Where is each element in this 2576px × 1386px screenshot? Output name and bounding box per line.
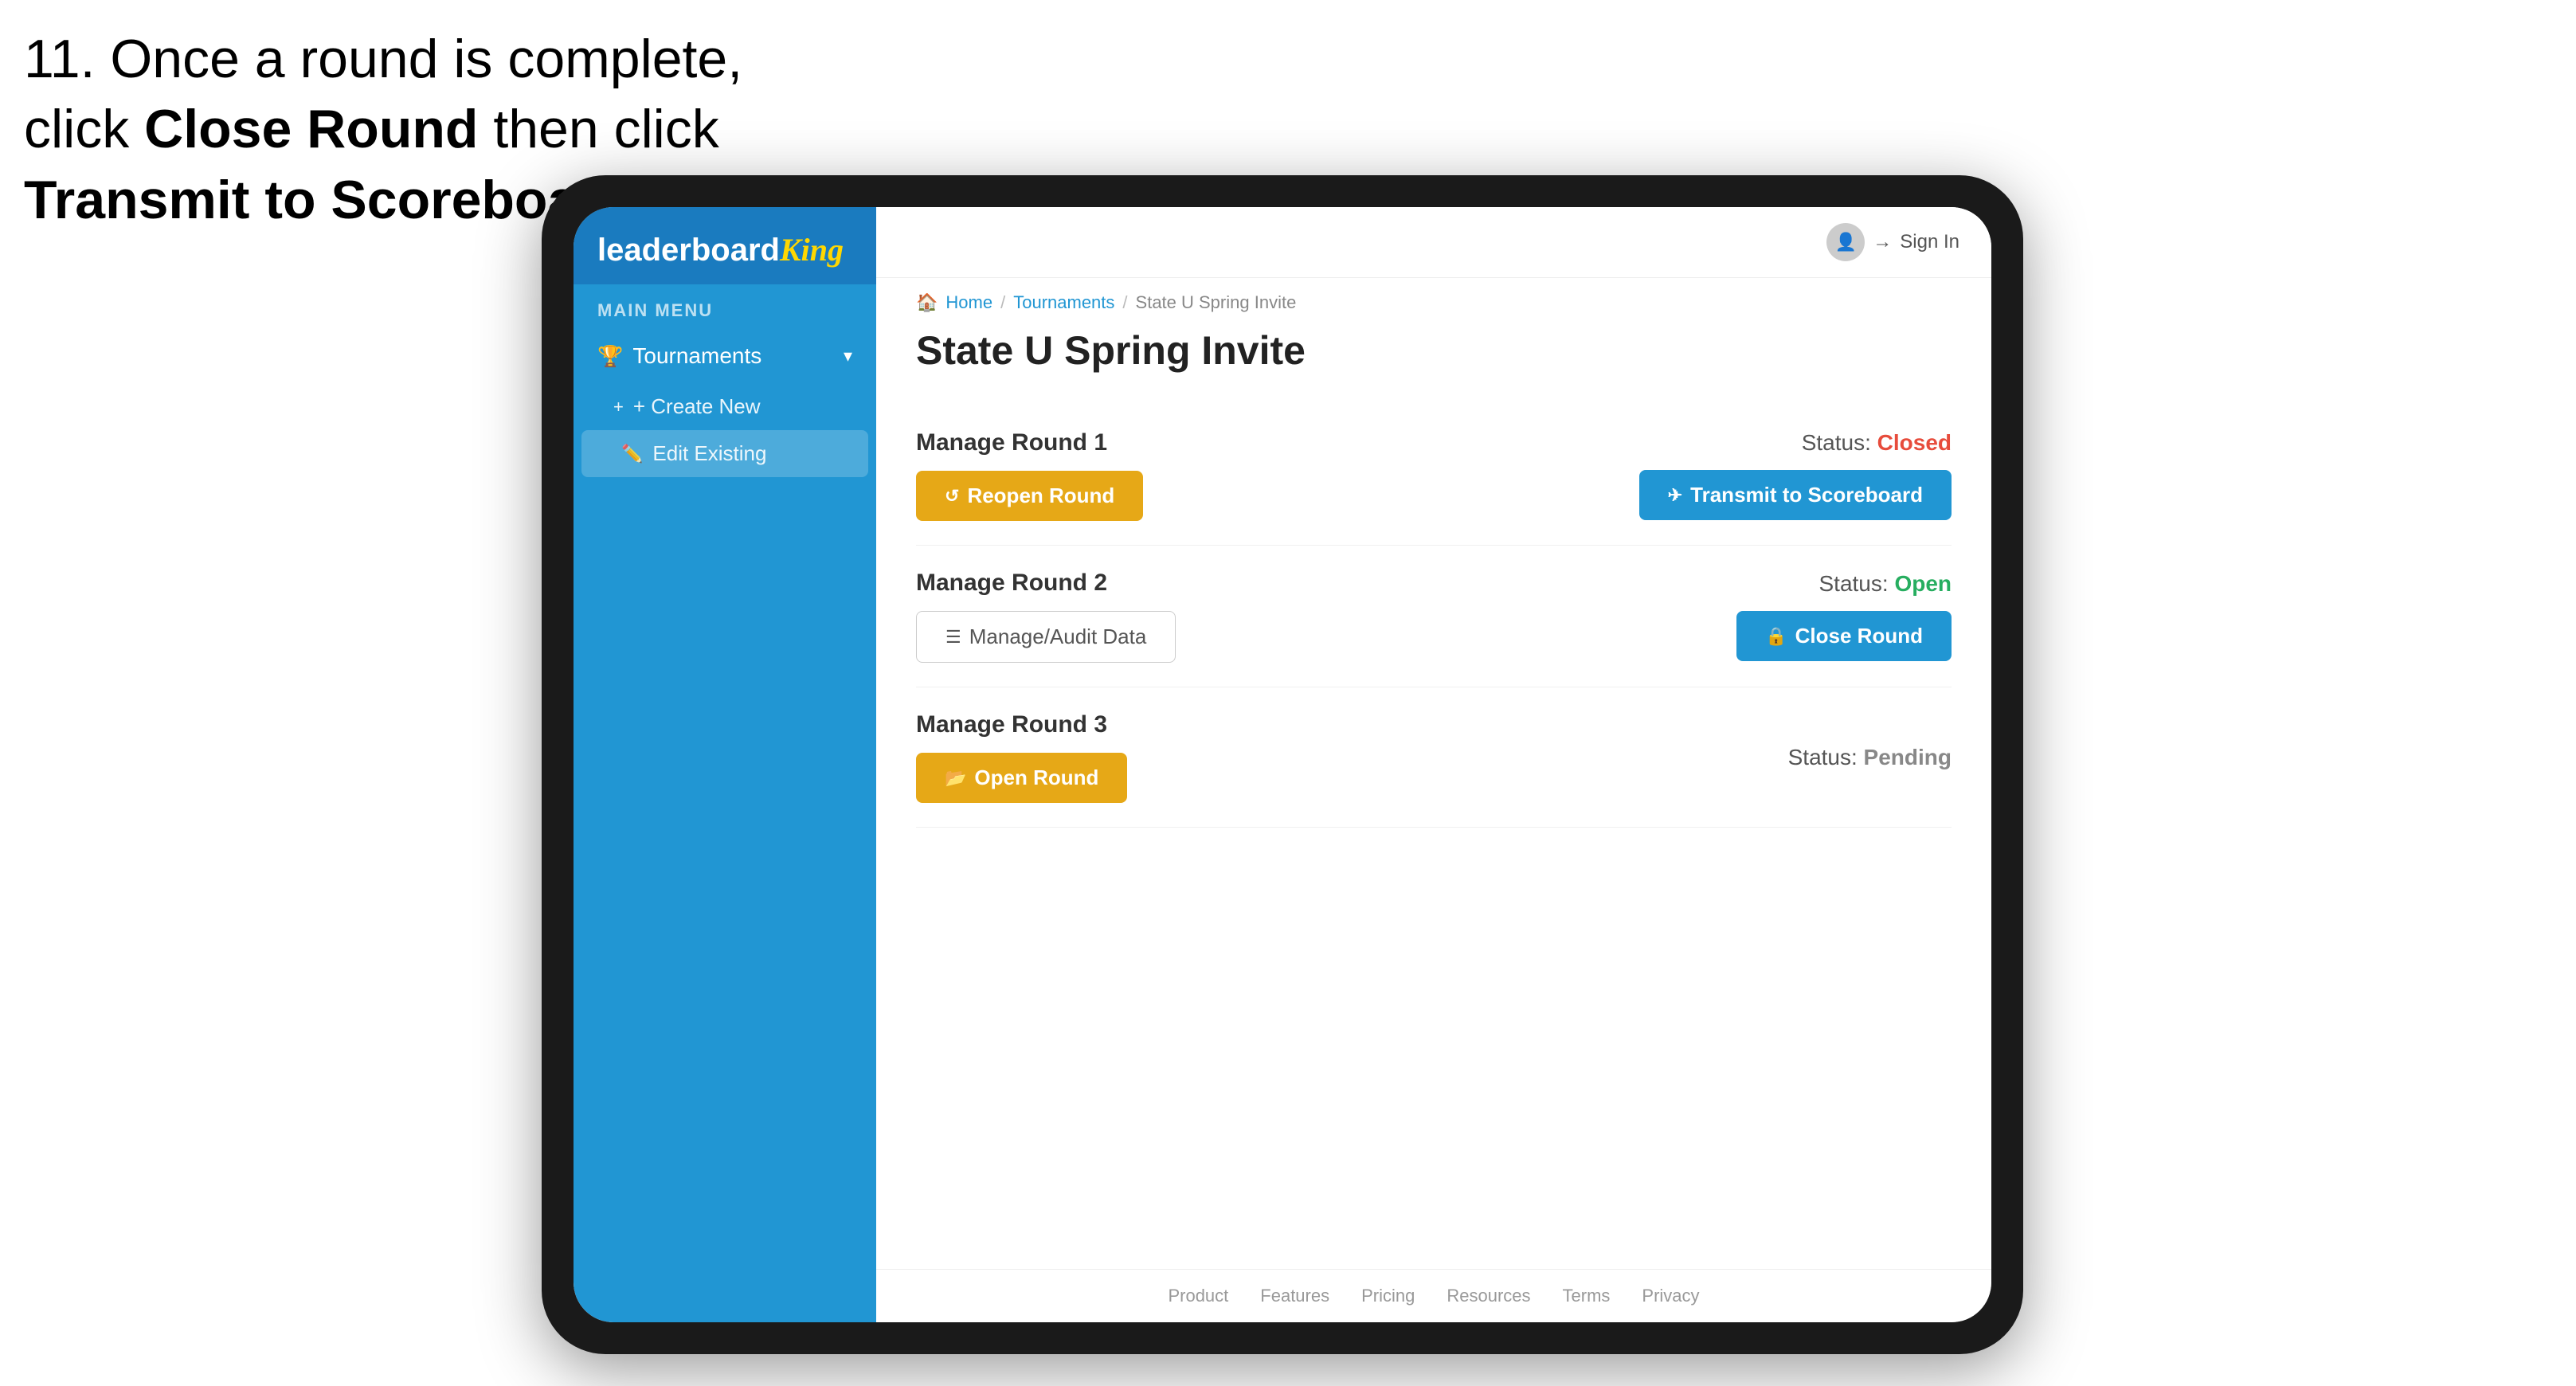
breadcrumb-sep1: /: [1000, 292, 1005, 313]
footer-privacy[interactable]: Privacy: [1642, 1286, 1699, 1306]
transmit-label: Transmit to Scoreboard: [1690, 483, 1923, 507]
audit-icon: ☰: [945, 627, 961, 648]
footer: Product Features Pricing Resources Terms…: [876, 1269, 1991, 1322]
breadcrumb-tournaments[interactable]: Tournaments: [1013, 292, 1114, 313]
round-1-right: Status: Closed ✈ Transmit to Scoreboard: [1639, 430, 1952, 520]
sidebar-item-create-new[interactable]: + + Create New: [574, 383, 876, 430]
sidebar-edit-label: Edit Existing: [652, 441, 766, 466]
round-2-left: Manage Round 2 ☰ Manage/Audit Data: [916, 570, 1176, 663]
sign-in-text: Sign In: [1900, 231, 1959, 253]
manage-audit-data-button[interactable]: ☰ Manage/Audit Data: [916, 611, 1176, 663]
home-icon: 🏠: [916, 292, 938, 313]
logo: leaderboardKing: [597, 231, 852, 268]
sidebar-create-label: + Create New: [633, 394, 761, 419]
round-2-status: Status: Open: [1819, 571, 1952, 597]
instruction-bold1: Close Round: [144, 99, 478, 159]
main-content: 👤 → Sign In 🏠 Home / Tournaments / State…: [876, 207, 1991, 1322]
logo-king: King: [780, 232, 844, 268]
breadcrumb-home[interactable]: Home: [945, 292, 992, 313]
footer-resources[interactable]: Resources: [1447, 1286, 1530, 1306]
footer-pricing[interactable]: Pricing: [1361, 1286, 1415, 1306]
round-3-left: Manage Round 3 📂 Open Round: [916, 711, 1127, 803]
round-1-status-value: Closed: [1877, 430, 1952, 455]
round-1-left: Manage Round 1 ↺ Reopen Round: [916, 429, 1143, 521]
open-round-label: Open Round: [974, 765, 1098, 790]
user-icon: 👤: [1835, 232, 1857, 253]
open-round-button[interactable]: 📂 Open Round: [916, 753, 1127, 803]
page-title: State U Spring Invite: [876, 319, 1991, 390]
sidebar-item-edit-existing[interactable]: ✏️ Edit Existing: [581, 430, 868, 477]
round-3-status-value: Pending: [1864, 745, 1952, 769]
transmit-icon: ✈: [1668, 485, 1682, 506]
sidebar-tournaments-label: Tournaments: [632, 343, 761, 369]
round-2-title: Manage Round 2: [916, 570, 1176, 597]
footer-features[interactable]: Features: [1260, 1286, 1329, 1306]
open-round-icon: 📂: [945, 768, 966, 789]
app-layout: leaderboardKing MAIN MENU 🏆 Tournaments …: [574, 207, 1991, 1322]
tablet-screen: leaderboardKing MAIN MENU 🏆 Tournaments …: [574, 207, 1991, 1322]
footer-product[interactable]: Product: [1168, 1286, 1228, 1306]
reopen-round-label: Reopen Round: [967, 484, 1114, 508]
tablet-frame: leaderboardKing MAIN MENU 🏆 Tournaments …: [542, 175, 2023, 1354]
lock-icon: 🔒: [1765, 626, 1787, 647]
close-round-button[interactable]: 🔒 Close Round: [1736, 611, 1952, 661]
top-bar: 👤 → Sign In: [876, 207, 1991, 278]
round-3-title: Manage Round 3: [916, 711, 1127, 738]
breadcrumb: 🏠 Home / Tournaments / State U Spring In…: [876, 278, 1991, 319]
round-1-status: Status: Closed: [1802, 430, 1952, 456]
round-2-right: Status: Open 🔒 Close Round: [1736, 571, 1952, 661]
logo-area: leaderboardKing: [574, 207, 876, 284]
instruction-line1: 11. Once a round is complete,: [24, 29, 742, 89]
trophy-icon: 🏆: [597, 344, 623, 369]
round-3-right: Status: Pending: [1788, 745, 1952, 770]
round-3-section: Manage Round 3 📂 Open Round Status: Pend…: [916, 687, 1952, 828]
chevron-down-icon: ▾: [844, 346, 852, 366]
close-round-label: Close Round: [1795, 624, 1923, 648]
plus-icon: +: [613, 397, 624, 417]
breadcrumb-current: State U Spring Invite: [1136, 292, 1297, 313]
sign-in-button[interactable]: 👤 → Sign In: [1826, 223, 1959, 261]
user-avatar: 👤: [1826, 223, 1865, 261]
sign-in-label: →: [1873, 231, 1892, 253]
reopen-round-button[interactable]: ↺ Reopen Round: [916, 471, 1143, 521]
edit-icon: ✏️: [621, 444, 643, 464]
main-menu-label: MAIN MENU: [574, 284, 876, 329]
reopen-icon: ↺: [945, 486, 959, 507]
footer-terms[interactable]: Terms: [1563, 1286, 1611, 1306]
round-2-status-value: Open: [1894, 571, 1952, 596]
round-3-status: Status: Pending: [1788, 745, 1952, 770]
transmit-to-scoreboard-button[interactable]: ✈ Transmit to Scoreboard: [1639, 470, 1952, 520]
round-1-section: Manage Round 1 ↺ Reopen Round Status: Cl…: [916, 405, 1952, 546]
round-1-title: Manage Round 1: [916, 429, 1143, 456]
round-2-section: Manage Round 2 ☰ Manage/Audit Data Statu…: [916, 546, 1952, 687]
breadcrumb-sep2: /: [1122, 292, 1127, 313]
manage-audit-label: Manage/Audit Data: [969, 624, 1147, 649]
sidebar: leaderboardKing MAIN MENU 🏆 Tournaments …: [574, 207, 876, 1322]
instruction-line2: click Close Round then click: [24, 99, 719, 159]
content-area: Manage Round 1 ↺ Reopen Round Status: Cl…: [876, 390, 1991, 1269]
sidebar-item-tournaments[interactable]: 🏆 Tournaments ▾: [574, 329, 876, 383]
